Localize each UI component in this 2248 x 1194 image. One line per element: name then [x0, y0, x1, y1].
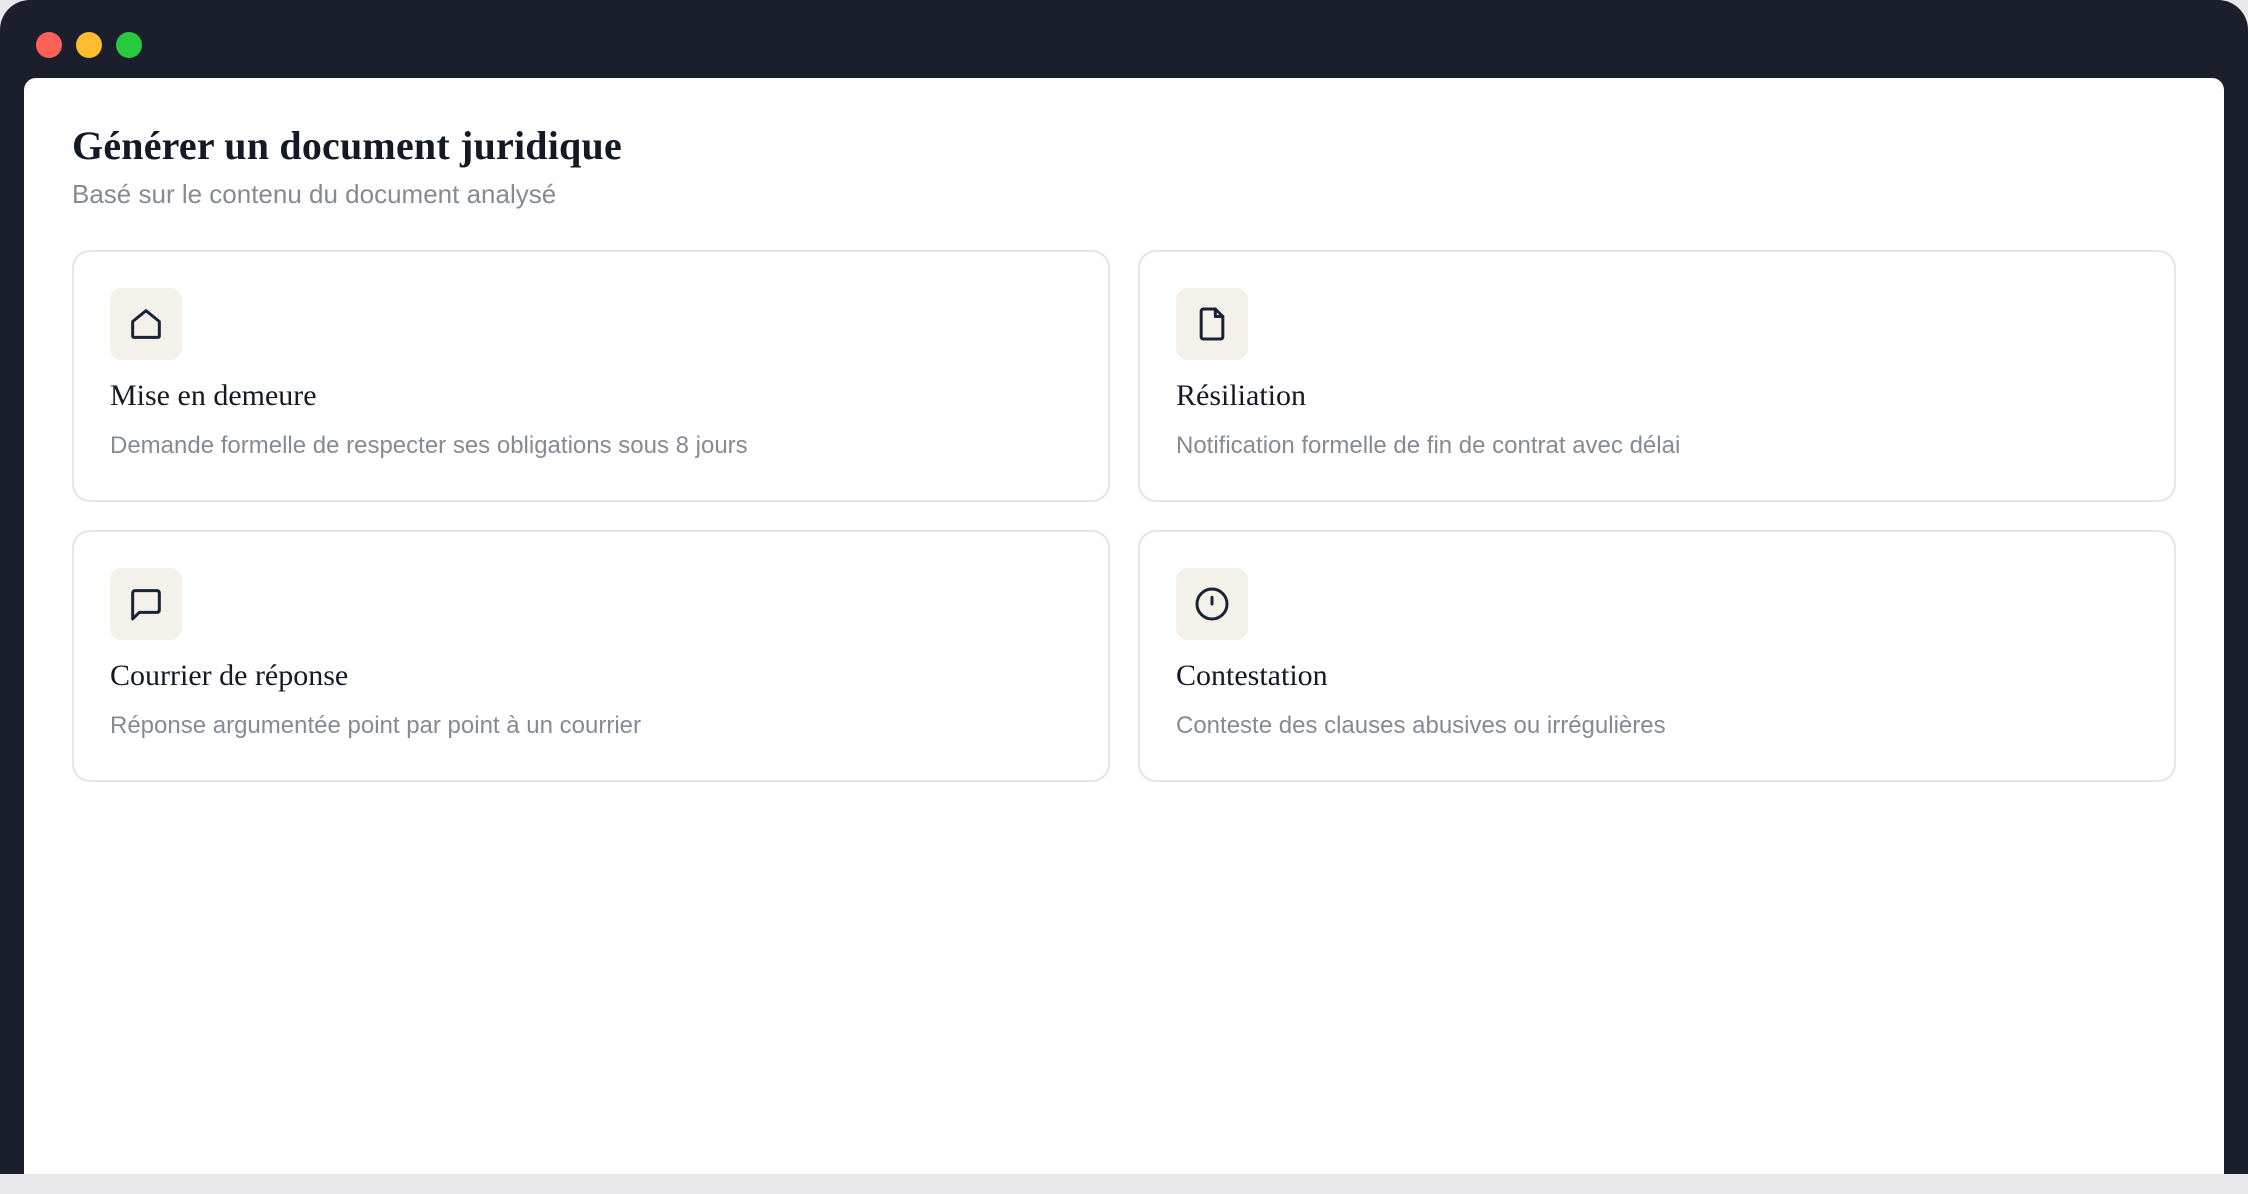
- card-courrier-de-reponse[interactable]: Courrier de réponse Réponse argumentée p…: [72, 530, 1110, 782]
- card-description: Conteste des clauses abusives ou irrégul…: [1176, 712, 1666, 739]
- card-title: Mise en demeure: [110, 379, 317, 412]
- card-description: Réponse argumentée point par point à un …: [110, 712, 641, 739]
- alert-circle-icon: [1176, 568, 1248, 640]
- window-minimize-button[interactable]: [76, 32, 102, 58]
- card-description: Notification formelle de fin de contrat …: [1176, 432, 1681, 459]
- card-resiliation[interactable]: Résiliation Notification formelle de fin…: [1138, 250, 2176, 502]
- message-icon: [110, 568, 182, 640]
- main-panel: Générer un document juridique Basé sur l…: [24, 78, 2224, 1174]
- file-icon: [1176, 288, 1248, 360]
- card-contestation[interactable]: Contestation Conteste des clauses abusiv…: [1138, 530, 2176, 782]
- window-maximize-button[interactable]: [116, 32, 142, 58]
- card-title: Courrier de réponse: [110, 659, 349, 692]
- card-title: Résiliation: [1176, 379, 1306, 412]
- card-description: Demande formelle de respecter ses obliga…: [110, 432, 748, 459]
- home-icon: [110, 288, 182, 360]
- window-close-button[interactable]: [36, 32, 62, 58]
- app-window: Générer un document juridique Basé sur l…: [0, 0, 2248, 1174]
- card-title: Contestation: [1176, 659, 1328, 692]
- card-mise-en-demeure[interactable]: Mise en demeure Demande formelle de resp…: [72, 250, 1110, 502]
- page-subtitle: Basé sur le contenu du document analysé: [72, 179, 557, 209]
- page-title: Générer un document juridique: [72, 123, 622, 168]
